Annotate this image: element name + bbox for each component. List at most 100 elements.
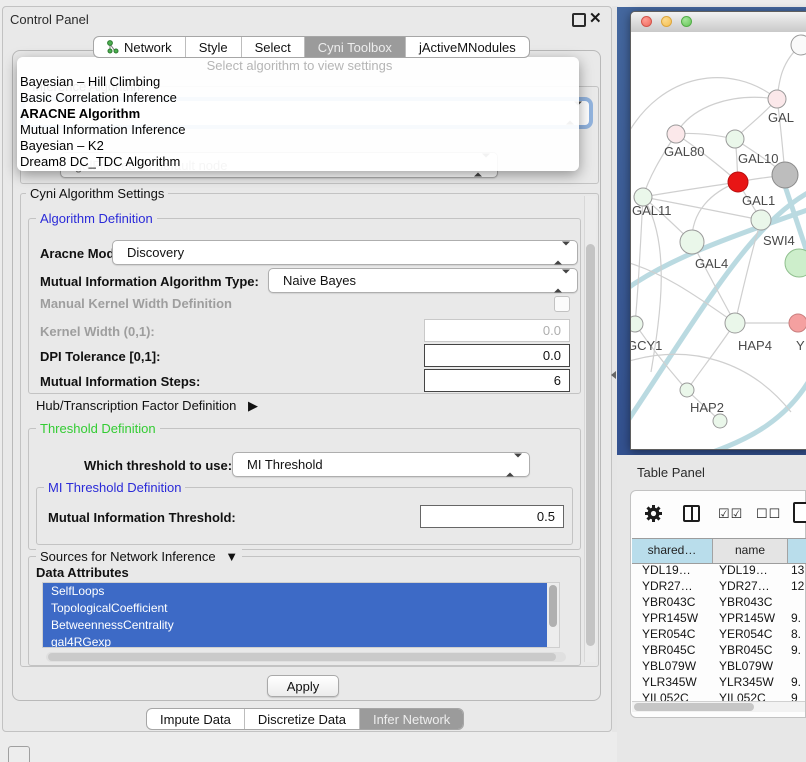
column-header-partial[interactable] bbox=[788, 539, 806, 563]
close-window-icon[interactable] bbox=[641, 16, 652, 27]
mi-steps-field[interactable]: 6 bbox=[424, 369, 570, 392]
column-header-name[interactable]: name bbox=[713, 539, 788, 563]
hub-definition-expander[interactable]: Hub/Transcription Factor Definition ▶ bbox=[36, 398, 258, 414]
manual-kernel-checkbox[interactable] bbox=[554, 296, 570, 312]
select-all-columns-icon[interactable]: ☑☑ bbox=[718, 506, 743, 522]
node-label: GCY1 bbox=[631, 338, 662, 353]
table-row[interactable]: YBR043C YBR043C bbox=[632, 594, 806, 610]
mi-threshold-field[interactable]: 0.5 bbox=[420, 505, 564, 528]
kernel-width-field[interactable]: 0.0 bbox=[424, 319, 570, 342]
table-row[interactable]: YBR045C YBR045C 9. bbox=[632, 642, 806, 658]
cell[interactable]: 8. bbox=[788, 626, 801, 642]
cell[interactable]: YDL19… bbox=[712, 562, 788, 578]
dropdown-item[interactable]: ARACNE Algorithm bbox=[17, 106, 579, 122]
node-label: GAL10 bbox=[738, 151, 778, 166]
minimize-window-icon[interactable] bbox=[661, 16, 672, 27]
tab-discretize-data[interactable]: Discretize Data bbox=[245, 709, 360, 729]
cell[interactable]: 9. bbox=[788, 642, 801, 658]
cell[interactable]: YLR345W bbox=[712, 674, 788, 690]
column-layout-icon[interactable] bbox=[683, 505, 700, 522]
dropdown-item[interactable]: Bayesian – K2 bbox=[17, 138, 579, 154]
table-settings-gear-icon[interactable] bbox=[644, 504, 663, 523]
dpi-tolerance-field[interactable]: 0.0 bbox=[424, 344, 570, 367]
list-hscrollbar-thumb[interactable] bbox=[48, 653, 556, 661]
table-row[interactable]: YBL079W YBL079W bbox=[632, 658, 806, 674]
list-item[interactable]: SelfLoops bbox=[43, 583, 551, 600]
cell[interactable]: YBR045C bbox=[712, 642, 788, 658]
cell[interactable] bbox=[788, 594, 791, 610]
column-header-shared-name[interactable]: shared… bbox=[632, 539, 713, 563]
dropdown-item[interactable]: Basic Correlation Inference bbox=[17, 90, 579, 106]
table-panel-title: Table Panel bbox=[637, 465, 705, 480]
table-row[interactable]: YDL19… YDL19… 13 bbox=[632, 562, 806, 578]
cell[interactable]: 13 bbox=[788, 562, 804, 578]
cell[interactable]: 12 bbox=[788, 578, 804, 594]
network-window-titlebar[interactable] bbox=[631, 12, 806, 33]
mi-type-value: Naive Bayes bbox=[283, 273, 356, 288]
dpi-tolerance-label: DPI Tolerance [0,1]: bbox=[40, 349, 160, 364]
list-scrollbar-thumb[interactable] bbox=[549, 585, 557, 627]
cell[interactable]: 9. bbox=[788, 674, 801, 690]
cell[interactable]: YBL079W bbox=[632, 658, 712, 674]
cyni-bottom-tabbar: Impute Data Discretize Data Infer Networ… bbox=[146, 708, 464, 730]
tab-network[interactable]: Network bbox=[94, 37, 186, 57]
table-row[interactable]: YDR27… YDR27… 12 bbox=[632, 578, 806, 594]
table-row[interactable]: YLR345W YLR345W 9. bbox=[632, 674, 806, 690]
cell[interactable]: YPR145W bbox=[712, 610, 788, 626]
new-table-icon[interactable] bbox=[793, 502, 806, 523]
tab-select[interactable]: Select bbox=[242, 37, 305, 57]
zoom-window-icon[interactable] bbox=[681, 16, 692, 27]
cell[interactable]: YER054C bbox=[712, 626, 788, 642]
mi-type-combo[interactable]: Naive Bayes bbox=[268, 268, 578, 293]
tab-jactivemnodules[interactable]: jActiveMNodules bbox=[406, 37, 529, 57]
table-hscrollbar-thumb[interactable] bbox=[634, 703, 754, 711]
cell[interactable]: YDR27… bbox=[632, 578, 712, 594]
close-panel-button[interactable]: ✕ bbox=[589, 9, 602, 27]
cell[interactable]: YDR27… bbox=[712, 578, 788, 594]
cell[interactable]: YPR145W bbox=[632, 610, 712, 626]
list-item[interactable]: BetweennessCentrality bbox=[43, 617, 551, 634]
node-big-green bbox=[785, 249, 806, 277]
dropdown-item[interactable]: Mutual Information Inference bbox=[17, 122, 579, 138]
cell[interactable]: YBR043C bbox=[632, 594, 712, 610]
cell[interactable]: 9 bbox=[788, 690, 798, 701]
network-canvas[interactable]: GAL GAL80 GAL10 GAL1 GAL11 SWI4 GAL4 GCY… bbox=[631, 32, 806, 450]
cell[interactable] bbox=[788, 658, 791, 674]
cell[interactable]: YLR345W bbox=[632, 674, 712, 690]
apply-button[interactable]: Apply bbox=[267, 675, 339, 697]
which-threshold-combo[interactable]: MI Threshold bbox=[232, 452, 530, 477]
cell[interactable]: YBL079W bbox=[712, 658, 788, 674]
dpi-tolerance-value: 0.0 bbox=[543, 348, 561, 363]
tab-infer-network[interactable]: Infer Network bbox=[360, 709, 463, 729]
cell[interactable]: YBR043C bbox=[712, 594, 788, 610]
aracne-mode-combo[interactable]: Discovery bbox=[112, 240, 578, 265]
table-row[interactable]: YIL052C YIL052C 9 bbox=[632, 690, 806, 701]
tab-impute-data[interactable]: Impute Data bbox=[147, 709, 245, 729]
float-window-button[interactable] bbox=[572, 13, 586, 27]
mi-steps-label: Mutual Information Steps: bbox=[40, 374, 200, 389]
table-row[interactable]: YPR145W YPR145W 9. bbox=[632, 610, 806, 626]
node-gal-pink bbox=[768, 90, 786, 108]
tab-cyni-toolbox[interactable]: Cyni Toolbox bbox=[305, 37, 406, 57]
cell[interactable]: YIL052C bbox=[632, 690, 712, 701]
expand-right-icon: ▶ bbox=[248, 398, 258, 413]
cell[interactable]: YIL052C bbox=[712, 690, 788, 701]
data-attributes-label: Data Attributes bbox=[36, 565, 129, 580]
sources-group-title[interactable]: Sources for Network Inference ▼ bbox=[36, 549, 242, 564]
cell[interactable]: YBR045C bbox=[632, 642, 712, 658]
list-item[interactable]: TopologicalCoefficient bbox=[43, 600, 551, 617]
data-attributes-list[interactable]: SelfLoops TopologicalCoefficient Between… bbox=[42, 582, 560, 648]
cell[interactable]: 9. bbox=[788, 610, 801, 626]
table-row[interactable]: YER054C YER054C 8. bbox=[632, 626, 806, 642]
splitter-collapse-icon[interactable] bbox=[611, 371, 616, 379]
node-gcy1 bbox=[631, 316, 643, 332]
deselect-all-columns-icon[interactable]: ☐☐ bbox=[756, 506, 781, 522]
tab-style[interactable]: Style bbox=[186, 37, 242, 57]
bottom-left-button[interactable] bbox=[8, 746, 30, 762]
dropdown-item[interactable]: Dream8 DC_TDC Algorithm bbox=[17, 154, 579, 170]
cell[interactable]: YDL19… bbox=[632, 562, 712, 578]
cell[interactable]: YER054C bbox=[632, 626, 712, 642]
dropdown-item[interactable]: Bayesian – Hill Climbing bbox=[17, 74, 579, 90]
list-item[interactable]: gal4RGexp bbox=[43, 634, 551, 648]
settings-scrollbar-thumb[interactable] bbox=[586, 244, 595, 646]
